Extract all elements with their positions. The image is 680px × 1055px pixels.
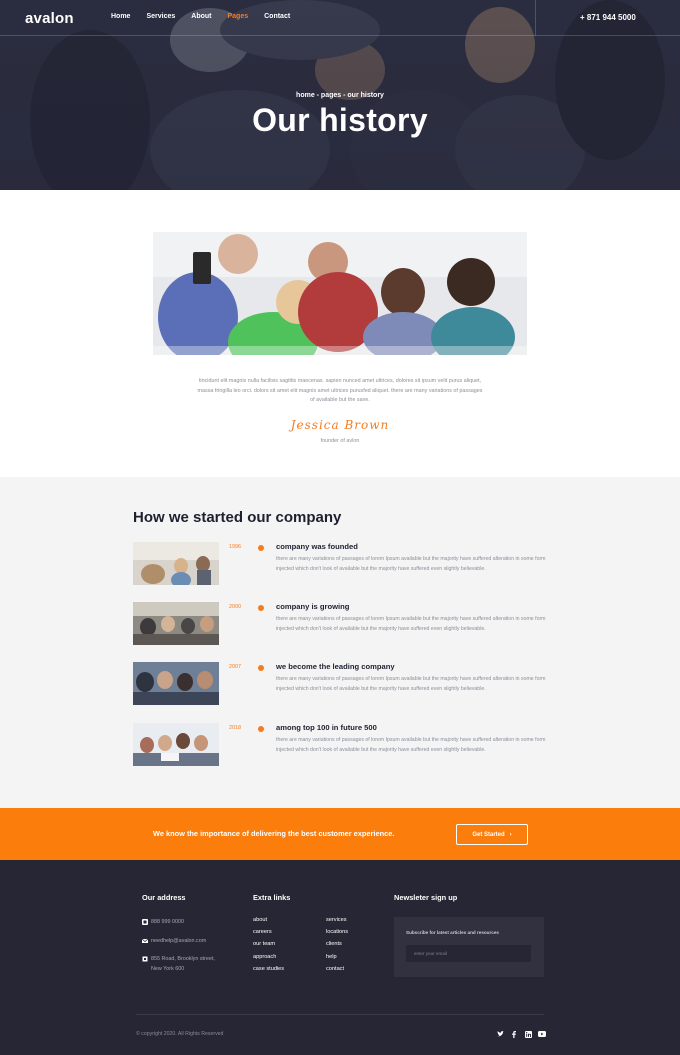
- history-timeline: How we started our company 1996 company …: [0, 477, 680, 808]
- footer-link-careers[interactable]: careers: [253, 929, 272, 935]
- linkedin-icon[interactable]: [524, 1030, 532, 1038]
- timeline-item: 2000 company is growing there are many v…: [133, 602, 553, 646]
- footer-link-locations[interactable]: locations: [326, 929, 348, 935]
- hero-banner: avalon Home Services About Pages Contact…: [0, 0, 680, 190]
- timeline-text: there are many variations of passages of…: [276, 556, 546, 572]
- timeline-item: 2018 among top 100 in future 500 there a…: [133, 723, 553, 767]
- phone-icon: [142, 919, 148, 925]
- timeline-item: 2007 we become the leading company there…: [133, 662, 553, 706]
- top-navigation: avalon Home Services About Pages Contact…: [0, 0, 680, 36]
- team-photo: [153, 232, 527, 355]
- footer-link-our-team[interactable]: our team: [253, 941, 275, 947]
- timeline-dot: [258, 545, 264, 551]
- nav-item-pages[interactable]: Pages: [227, 13, 248, 20]
- timeline-text: there are many variations of passages of…: [276, 737, 546, 753]
- nav-item-home[interactable]: Home: [111, 13, 130, 20]
- timeline-text: there are many variations of passages of…: [276, 676, 546, 692]
- footer-link-help[interactable]: help: [326, 954, 337, 960]
- timeline-heading: among top 100 in future 500: [276, 723, 377, 732]
- get-started-label: Get Started: [472, 831, 505, 838]
- timeline-year: 1996: [229, 544, 241, 550]
- twitter-icon[interactable]: [496, 1030, 504, 1038]
- timeline-year: 2007: [229, 664, 241, 670]
- timeline-thumbnail: [133, 723, 219, 766]
- newsletter-label: Subscribe for latest articles and resour…: [406, 930, 499, 935]
- timeline-heading: we become the leading company: [276, 662, 395, 671]
- header-phone-link[interactable]: + 871 944 5000: [580, 13, 636, 22]
- footer-address-title: Our address: [142, 893, 186, 902]
- nav-item-about[interactable]: About: [191, 13, 211, 20]
- cta-banner: We know the importance of delivering the…: [0, 808, 680, 860]
- get-started-button[interactable]: Get Started ›: [456, 824, 528, 845]
- timeline-thumbnail: [133, 662, 219, 705]
- social-links: [496, 1030, 546, 1038]
- timeline-dot: [258, 665, 264, 671]
- nav-divider: [535, 0, 536, 36]
- newsletter-box: Subscribe for latest articles and resour…: [394, 917, 544, 977]
- founder-role: founder of avlon: [320, 438, 360, 444]
- logo[interactable]: avalon: [25, 10, 74, 27]
- timeline-heading: company is growing: [276, 602, 350, 611]
- timeline-year: 2018: [229, 725, 241, 731]
- timeline-dot: [258, 605, 264, 611]
- footer-link-case-studies[interactable]: case studies: [253, 966, 284, 972]
- footer-link-approach[interactable]: approach: [253, 954, 276, 960]
- newsletter-email-input[interactable]: [406, 945, 531, 962]
- footer-link-services[interactable]: services: [326, 917, 347, 923]
- timeline-thumbnail: [133, 602, 219, 645]
- timeline-title: How we started our company: [133, 509, 342, 526]
- breadcrumb: home - pages - our history: [296, 92, 384, 99]
- footer-address-text: 855 Road, Brooklyn street, New York 600: [151, 956, 215, 972]
- nav-item-services[interactable]: Services: [146, 13, 175, 20]
- footer-phone-text: 888 999 0000: [151, 919, 184, 925]
- footer-link-clients[interactable]: clients: [326, 941, 342, 947]
- footer-links-title: Extra links: [253, 893, 291, 902]
- envelope-icon: [142, 938, 148, 943]
- youtube-icon[interactable]: [538, 1030, 546, 1038]
- timeline-heading: company was founded: [276, 542, 358, 551]
- site-footer: Our address 888 999 0000 needhelp@avalon…: [0, 860, 680, 1055]
- footer-email-text: needhelp@avalon.com: [151, 938, 207, 944]
- timeline-dot: [258, 726, 264, 732]
- timeline-text: there are many variations of passages of…: [276, 616, 546, 632]
- newsletter-title: Newsleter sign up: [394, 893, 458, 902]
- timeline-year: 2000: [229, 604, 241, 610]
- page-title: Our history: [252, 102, 428, 138]
- intro-paragraph: tincidunt elit magnis nulla facilisis sa…: [197, 378, 483, 403]
- footer-link-about[interactable]: about: [253, 917, 267, 923]
- cta-text: We know the importance of delivering the…: [153, 829, 395, 838]
- nav-item-contact[interactable]: Contact: [264, 13, 290, 20]
- footer-link-contact[interactable]: contact: [326, 966, 344, 972]
- copyright-text: © copyright 2020. All Rights Reserved: [136, 1031, 224, 1037]
- facebook-icon[interactable]: [510, 1030, 518, 1038]
- location-icon: [142, 956, 148, 962]
- main-menu: Home Services About Pages Contact: [111, 13, 306, 20]
- timeline-thumbnail: [133, 542, 219, 585]
- founder-signature: Jessica Brown: [290, 418, 390, 432]
- timeline-item: 1996 company was founded there are many …: [133, 542, 553, 586]
- chevron-right-icon: ›: [509, 831, 512, 838]
- footer-divider: [136, 1014, 544, 1015]
